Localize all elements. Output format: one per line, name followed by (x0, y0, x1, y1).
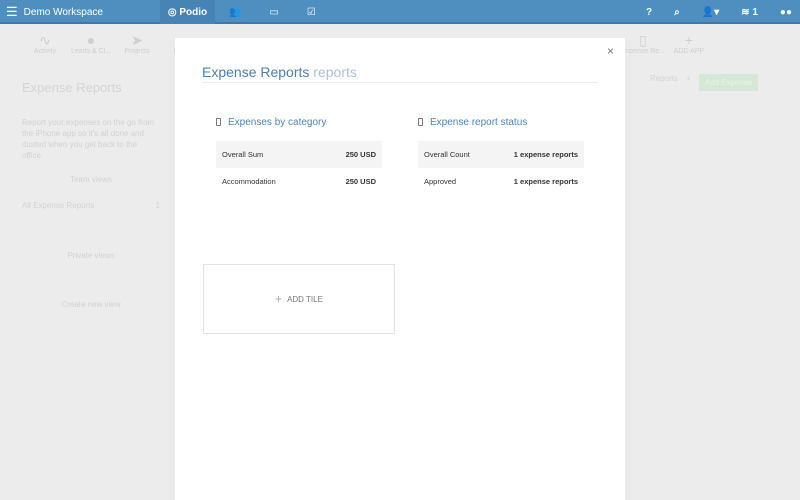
app-icon: + (684, 32, 694, 48)
notifications-count: 1 (752, 6, 758, 18)
app-item[interactable]: + ADD APP (666, 26, 712, 66)
app-title: Expense Reports (22, 80, 122, 95)
phone-icon (418, 118, 423, 126)
app-label: Leads & Cl... (70, 48, 112, 55)
tile-expenses-by-category[interactable]: Expenses by category Overall Sum 250 USD … (216, 115, 382, 195)
add-tile-button[interactable]: + ADD TILE (203, 264, 395, 334)
close-icon[interactable]: × (607, 44, 614, 58)
help-icon[interactable]: ? (646, 7, 652, 18)
app-description: Report your expenses on the go from the … (22, 118, 155, 160)
reports-add-button[interactable]: + (686, 74, 691, 91)
user-icon[interactable]: 👤▾ (702, 7, 719, 18)
row-value: 250 USD (316, 141, 382, 168)
title-suffix: reports (313, 64, 357, 80)
phone-icon (216, 118, 221, 126)
app-sidebar: Expense Reports Report your expenses on … (10, 70, 172, 330)
workspace-switcher[interactable]: ☰ Demo Workspace (6, 0, 103, 24)
tile-table: Overall Count 1 expense reports Approved 1… (418, 141, 584, 195)
divider (202, 82, 598, 83)
table-row: Accommodation 250 USD (216, 168, 382, 195)
app-icon: ➤ (131, 32, 143, 48)
top-bar: ☰ Demo Workspace ◎ Podio 👥 ▭ ☑ ? ⌕ 👤▾ ≋ 1… (0, 0, 800, 24)
app-icon: ∿ (39, 32, 51, 48)
table-row: Approved 1 expense reports (418, 168, 584, 195)
tile-expense-report-status[interactable]: Expense report status Overall Count 1 exp… (418, 115, 584, 195)
row-label: Approved (424, 177, 457, 186)
row-label: Accommodation (222, 177, 276, 186)
search-icon[interactable]: ⌕ (674, 7, 680, 18)
app-label: Expense Re... (621, 48, 665, 55)
plus-icon: + (275, 292, 283, 306)
feed-icon: ≋ (741, 6, 750, 18)
row-value: 1 expense reports (513, 177, 578, 186)
app-label: Activity (33, 48, 57, 55)
add-tile-label: ADD TILE (287, 294, 323, 304)
modal-title: Expense Reports reports (202, 64, 357, 80)
logo-text: Podio (179, 6, 208, 18)
title-app: Expense Reports (202, 64, 310, 80)
calendar-icon[interactable]: ▭ (255, 0, 292, 24)
podio-logo[interactable]: ◎ Podio (160, 0, 215, 24)
app-item[interactable]: ∿ Activity (22, 26, 68, 66)
row-value: 250 USD (345, 177, 376, 186)
app-item[interactable]: ▯ Expense Re... (620, 26, 666, 66)
tile-table: Overall Sum 250 USD Accommodation 250 USD (216, 141, 382, 195)
chat-icon[interactable]: ●● (780, 7, 792, 18)
team-views-heading: Team views (70, 175, 112, 184)
app-label: ADD APP (673, 48, 705, 55)
app-icon: ▯ (639, 32, 647, 48)
contacts-icon[interactable]: 👥 (215, 0, 255, 24)
tile-title: Expense report status (430, 116, 528, 128)
table-row: Overall Count 1 expense reports (418, 141, 584, 168)
reports-modal: × Expense Reports reports Expenses by ca… (175, 38, 625, 500)
tasks-icon[interactable]: ☑ (293, 0, 330, 24)
private-views-heading: Private views (67, 251, 115, 260)
app-label: Projects (124, 48, 150, 55)
table-row: Overall Sum 250 USD (216, 141, 382, 168)
add-expense-button[interactable]: Add Expense (698, 74, 759, 91)
app-item[interactable]: ➤ Projects (114, 26, 160, 66)
reports-button[interactable]: Reports (650, 74, 678, 91)
menu-icon[interactable]: ☰ (6, 4, 18, 20)
tile-title: Expenses by category (228, 116, 327, 128)
app-icon: ● (86, 32, 96, 48)
workspace-name: Demo Workspace (23, 6, 103, 18)
row-label: Overall Count (418, 141, 490, 168)
row-value: 1 expense reports (489, 141, 584, 168)
notifications-button[interactable]: ≋ 1 (741, 7, 758, 18)
row-label: Overall Sum (216, 141, 317, 168)
app-item[interactable]: ● Leads & Cl... (68, 26, 114, 66)
create-view-button[interactable]: Create new view (10, 300, 172, 309)
view-count: 1 (155, 201, 160, 210)
view-label: All Expense Reports (22, 201, 95, 210)
view-all-expense-reports[interactable]: All Expense Reports 1 (10, 196, 172, 215)
podio-icon: ◎ (167, 6, 180, 18)
